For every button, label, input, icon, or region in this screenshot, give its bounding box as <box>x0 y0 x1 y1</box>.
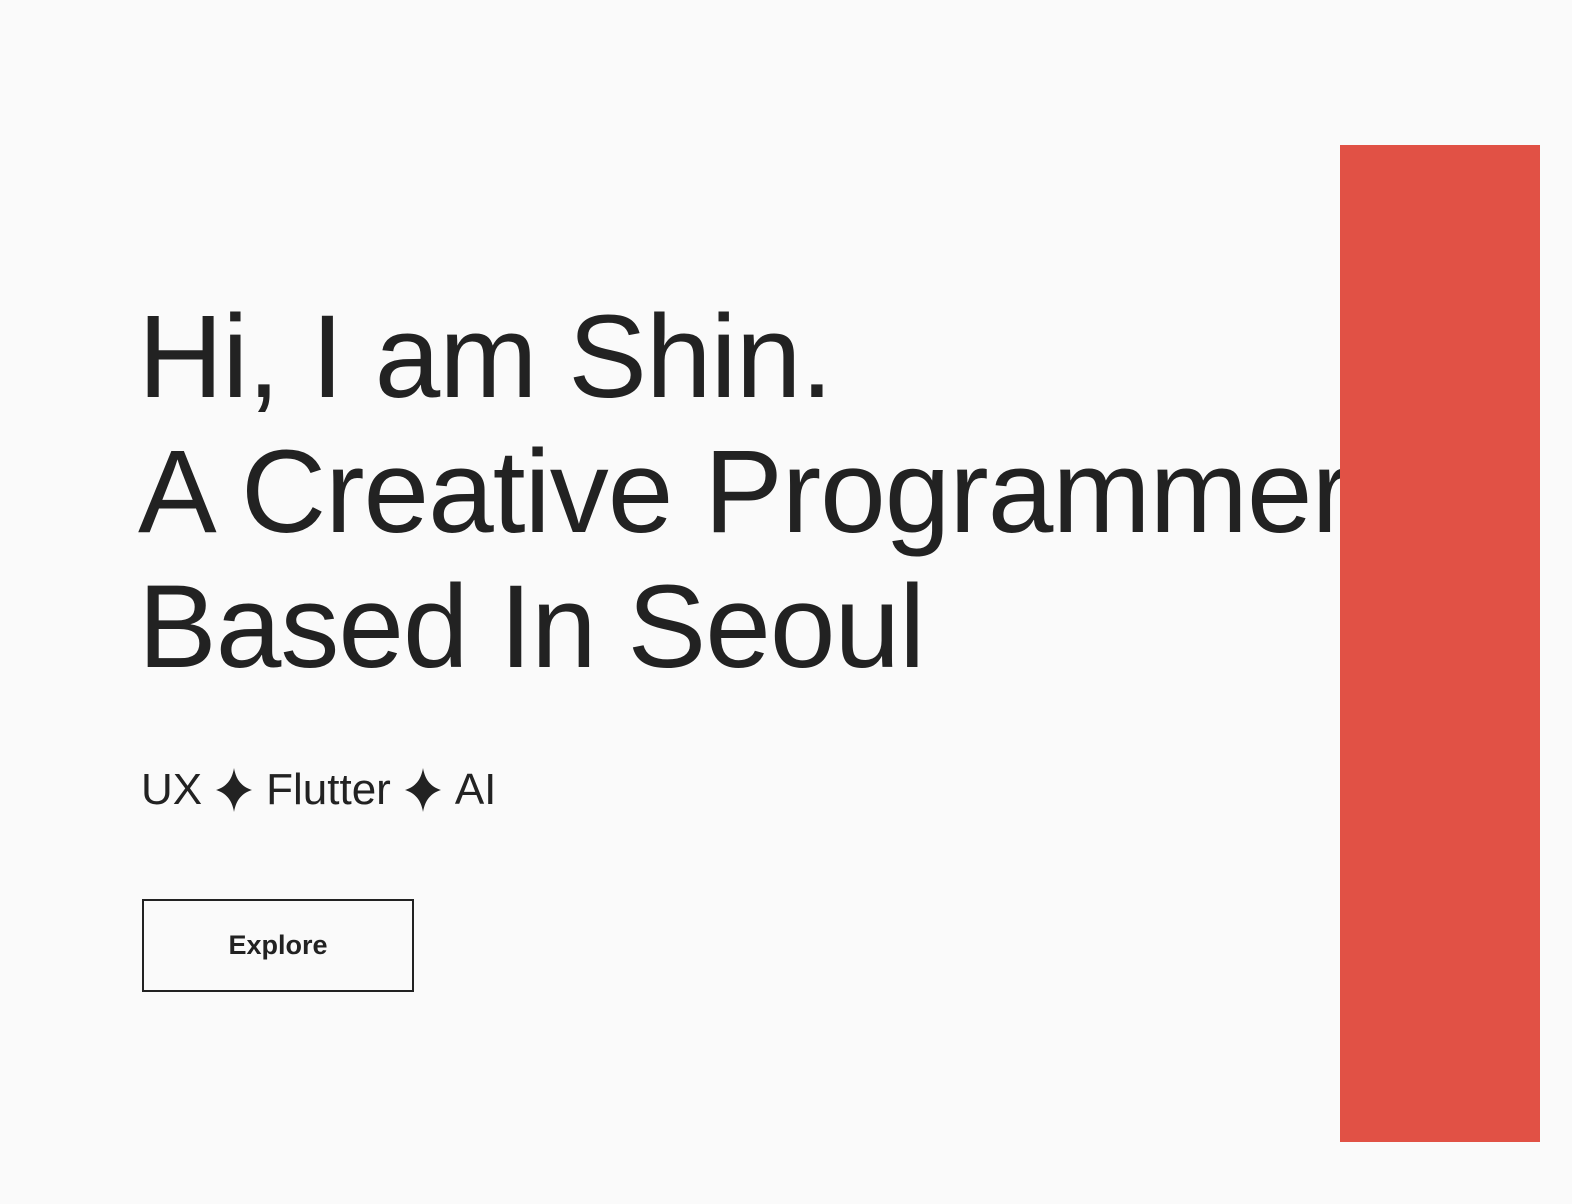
hero-line-greeting: Hi, I am Shin. <box>138 291 833 423</box>
skill-ai: AI <box>454 765 497 814</box>
skill-ux: UX <box>141 765 203 814</box>
hero-title: Hi, I am Shin. A Creative Programmer Bas… <box>138 290 1351 695</box>
hero-line-location: Based In Seoul <box>138 561 925 693</box>
skills-list: UX Flutter AI <box>141 762 496 818</box>
four-point-star-icon <box>404 768 441 812</box>
accent-panel <box>1340 145 1540 1142</box>
hero-line-role: A Creative Programmer <box>138 426 1351 558</box>
skill-flutter: Flutter <box>266 765 391 814</box>
four-point-star-icon <box>216 768 253 812</box>
explore-button[interactable]: Explore <box>142 899 414 992</box>
